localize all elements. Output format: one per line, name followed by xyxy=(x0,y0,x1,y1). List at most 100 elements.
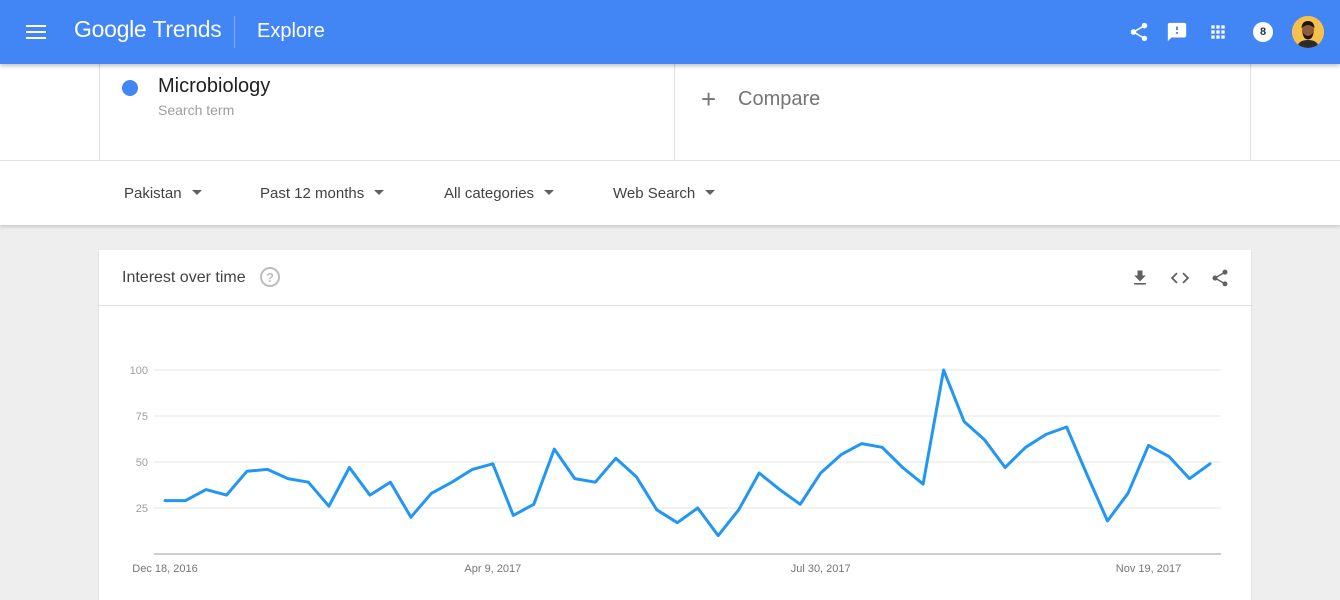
region-dropdown[interactable]: Pakistan xyxy=(124,185,202,202)
data-point xyxy=(879,444,885,450)
data-point xyxy=(1207,461,1213,467)
data-point xyxy=(162,498,168,504)
search-terms-panel: Microbiology Search term + Compare xyxy=(0,64,1340,160)
data-point xyxy=(1064,424,1070,430)
data-point xyxy=(1023,444,1029,450)
y-tick-label: 75 xyxy=(136,411,148,423)
data-point xyxy=(408,514,414,520)
data-point xyxy=(838,452,844,458)
data-point xyxy=(1002,465,1008,471)
app-bar: Google Trends Explore 8 xyxy=(0,0,1340,64)
data-point xyxy=(244,468,250,474)
data-point xyxy=(469,466,475,472)
category-dropdown[interactable]: All categories xyxy=(444,185,555,202)
logo-trends-text: Trends xyxy=(152,16,222,42)
data-point xyxy=(818,470,824,476)
data-point xyxy=(326,503,332,509)
data-point xyxy=(900,465,906,471)
data-point xyxy=(1146,442,1152,448)
data-point xyxy=(367,492,373,498)
data-point xyxy=(572,476,578,482)
data-point xyxy=(941,367,947,373)
data-point xyxy=(1043,431,1049,437)
share-icon[interactable] xyxy=(1209,267,1231,289)
y-tick-label: 25 xyxy=(136,503,148,515)
apps-icon[interactable] xyxy=(1206,20,1230,44)
x-tick-label: Dec 18, 2016 xyxy=(132,563,197,575)
menu-icon[interactable] xyxy=(24,20,48,44)
plus-icon: + xyxy=(701,84,717,114)
y-tick-label: 100 xyxy=(130,365,148,377)
data-point xyxy=(346,465,352,471)
search-term-name[interactable]: Microbiology xyxy=(158,75,270,98)
y-tick-label: 50 xyxy=(136,457,148,469)
dropdown-arrow-icon xyxy=(374,189,385,195)
search-term-type: Search term xyxy=(158,102,235,118)
data-point xyxy=(633,474,639,480)
data-point xyxy=(264,466,270,472)
data-point xyxy=(449,479,455,485)
data-point xyxy=(756,470,762,476)
x-tick-label: Nov 19, 2017 xyxy=(1116,563,1181,575)
data-point xyxy=(305,479,311,485)
data-point xyxy=(715,533,721,539)
time-range-dropdown[interactable]: Past 12 months xyxy=(260,185,385,202)
term-color-dot xyxy=(122,80,138,96)
search-term-card[interactable]: Microbiology Search term xyxy=(99,64,675,160)
data-point xyxy=(982,437,988,443)
data-point xyxy=(1105,518,1111,524)
category-value: All categories xyxy=(444,185,535,202)
series-line-0 xyxy=(163,368,1212,538)
data-point xyxy=(695,505,701,511)
interest-over-time-card: Interest over time ? 25 50 75 100 Dec 18, 20… xyxy=(99,250,1251,600)
data-point xyxy=(654,507,660,513)
notifications-badge[interactable]: 8 xyxy=(1253,22,1273,42)
data-point xyxy=(674,520,680,526)
dropdown-arrow-icon xyxy=(191,189,202,195)
google-trends-logo[interactable]: Google Trends xyxy=(74,16,222,43)
logo-google-text: Google xyxy=(74,16,147,42)
data-point xyxy=(1166,453,1172,459)
data-point xyxy=(182,498,188,504)
feedback-icon[interactable] xyxy=(1165,20,1189,44)
data-point xyxy=(490,461,496,467)
data-point xyxy=(531,501,537,507)
data-point xyxy=(387,479,393,485)
data-point xyxy=(223,492,229,498)
account-avatar[interactable] xyxy=(1292,16,1324,48)
data-point xyxy=(777,487,783,493)
data-point xyxy=(920,481,926,487)
data-point xyxy=(961,419,967,425)
compare-label: Compare xyxy=(738,88,821,110)
data-point xyxy=(551,446,557,452)
data-point xyxy=(859,441,865,447)
data-point xyxy=(592,479,598,485)
data-point xyxy=(428,490,434,496)
page-title: Explore xyxy=(257,20,325,42)
filter-bar: Pakistan Past 12 months All categories W… xyxy=(0,160,1340,225)
region-value: Pakistan xyxy=(124,185,182,202)
data-point xyxy=(203,487,209,493)
search-type-dropdown[interactable]: Web Search xyxy=(613,185,716,202)
interest-line-chart[interactable]: 25 50 75 100 Dec 18, 2016 Apr 9, 2017 Jul 30, … xyxy=(99,306,1251,600)
data-point xyxy=(613,455,619,461)
dropdown-arrow-icon xyxy=(705,189,716,195)
compare-button[interactable]: + Compare xyxy=(675,64,1251,160)
data-point xyxy=(736,507,742,513)
data-point xyxy=(1125,490,1131,496)
download-icon[interactable] xyxy=(1129,267,1151,289)
x-tick-label: Jul 30, 2017 xyxy=(791,563,851,575)
header-divider xyxy=(234,16,235,48)
data-point xyxy=(285,476,291,482)
share-icon[interactable] xyxy=(1127,20,1151,44)
card-header: Interest over time ? xyxy=(99,250,1251,306)
data-point xyxy=(1187,476,1193,482)
data-point xyxy=(797,501,803,507)
x-tick-label: Apr 9, 2017 xyxy=(464,563,521,575)
help-icon[interactable]: ? xyxy=(260,267,280,287)
embed-icon[interactable] xyxy=(1169,267,1191,289)
data-point xyxy=(1084,472,1090,478)
data-point xyxy=(510,512,516,518)
dropdown-arrow-icon xyxy=(544,189,555,195)
time-range-value: Past 12 months xyxy=(260,185,365,202)
